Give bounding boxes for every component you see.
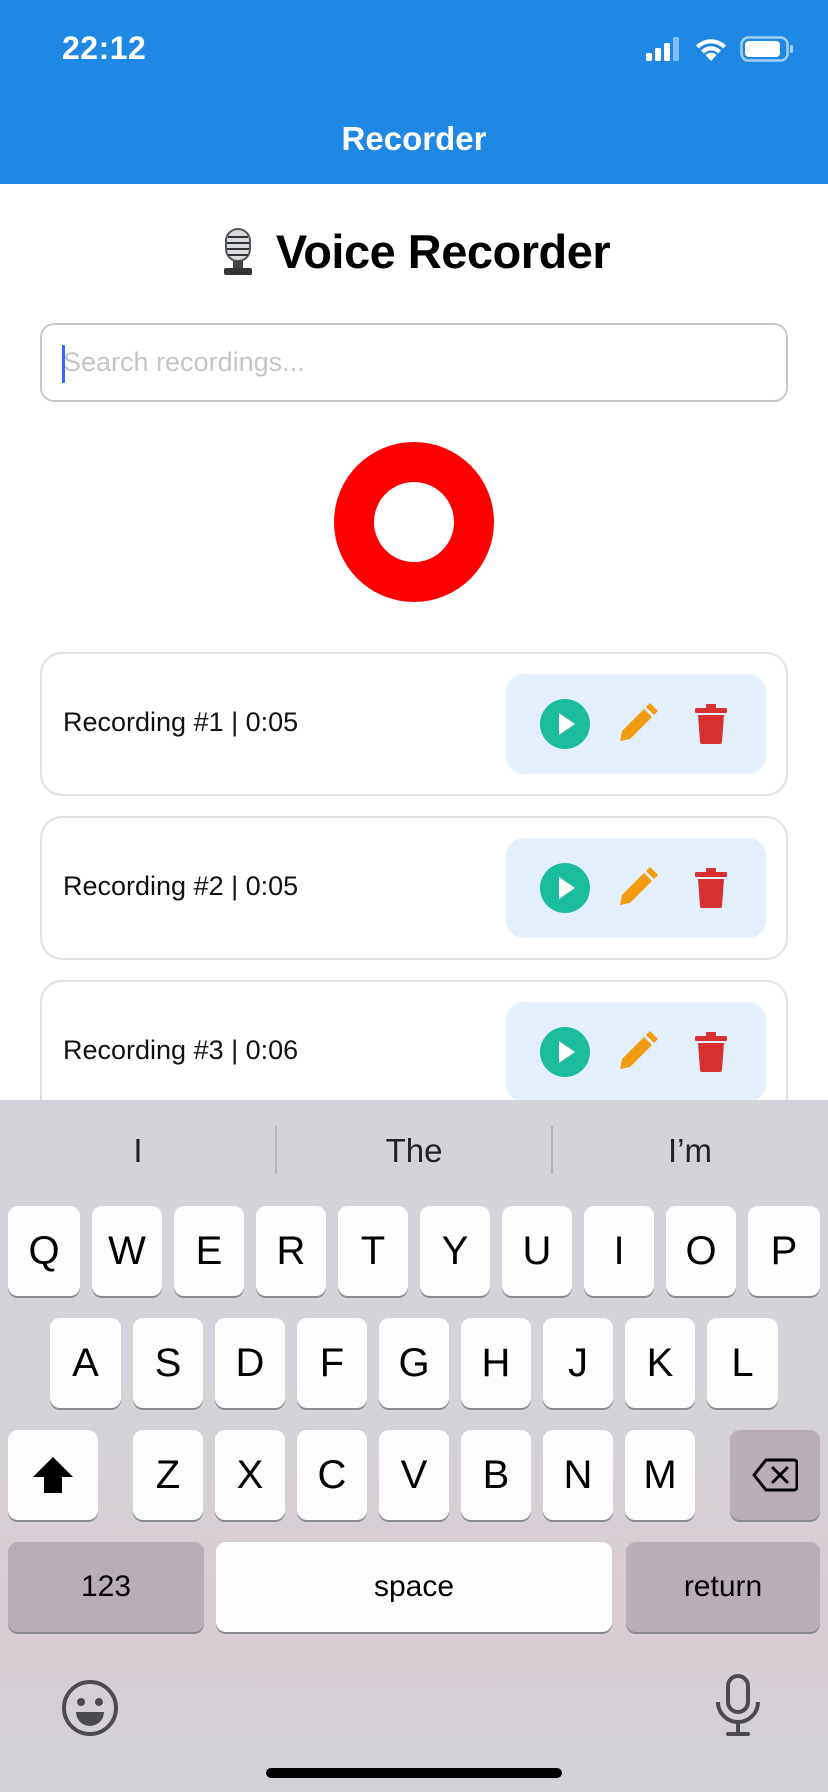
pencil-icon [620, 1031, 658, 1069]
key-b[interactable]: B [461, 1430, 531, 1520]
space-key[interactable]: space [216, 1542, 612, 1632]
return-key[interactable]: return [626, 1542, 820, 1632]
record-button[interactable] [334, 442, 494, 602]
key-o[interactable]: O [666, 1206, 736, 1296]
key-q[interactable]: Q [8, 1206, 80, 1296]
delete-button[interactable] [686, 699, 736, 749]
search-field[interactable] [40, 323, 788, 402]
nav-title: Recorder [341, 120, 487, 157]
numbers-key[interactable]: 123 [8, 1542, 204, 1632]
key-r[interactable]: R [256, 1206, 326, 1296]
key-u[interactable]: U [502, 1206, 572, 1296]
delete-button[interactable] [686, 863, 736, 913]
trash-icon [695, 868, 727, 908]
key-a[interactable]: A [50, 1318, 121, 1408]
key-v[interactable]: V [379, 1430, 449, 1520]
page-title: Voice Recorder [0, 224, 828, 279]
key-e[interactable]: E [174, 1206, 244, 1296]
key-t[interactable]: T [338, 1206, 408, 1296]
emoji-button[interactable] [60, 1678, 120, 1743]
status-time: 22:12 [62, 30, 147, 66]
microphone-icon [223, 227, 252, 275]
recording-card: Recording #1 | 0:05 [40, 652, 788, 796]
recording-actions [506, 1002, 766, 1102]
recording-label: Recording #3 | 0:06 [63, 1035, 299, 1065]
backspace-icon [752, 1458, 798, 1492]
key-k[interactable]: K [625, 1318, 695, 1408]
recording-actions [506, 674, 766, 774]
key-z[interactable]: Z [133, 1430, 203, 1520]
microphone-icon [716, 1674, 760, 1736]
key-d[interactable]: D [215, 1318, 285, 1408]
search-input[interactable] [42, 325, 786, 400]
key-s[interactable]: S [133, 1318, 203, 1408]
play-icon [540, 863, 590, 913]
trash-icon [695, 1032, 727, 1072]
battery-icon [740, 36, 793, 62]
key-m[interactable]: M [625, 1430, 695, 1520]
key-p[interactable]: P [748, 1206, 820, 1296]
emoji-icon [62, 1680, 118, 1736]
recording-actions [506, 838, 766, 938]
wifi-icon [696, 39, 726, 61]
delete-button[interactable] [686, 1027, 736, 1077]
key-g[interactable]: G [379, 1318, 449, 1408]
signal-icon [646, 37, 679, 61]
key-c[interactable]: C [297, 1430, 367, 1520]
key-y[interactable]: Y [420, 1206, 490, 1296]
suggestion-bar: I The I’m [0, 1100, 828, 1200]
suggestion-item[interactable]: I’m [552, 1132, 828, 1170]
play-button[interactable] [540, 699, 590, 749]
play-icon [540, 1027, 590, 1077]
key-l[interactable]: L [707, 1318, 778, 1408]
play-icon [540, 699, 590, 749]
record-button-center [374, 482, 454, 562]
home-indicator [266, 1768, 562, 1778]
key-f[interactable]: F [297, 1318, 367, 1408]
recording-label: Recording #2 | 0:05 [63, 871, 299, 901]
key-n[interactable]: N [543, 1430, 613, 1520]
text-caret [62, 345, 65, 383]
edit-button[interactable] [612, 1027, 662, 1077]
suggestion-item[interactable]: I [0, 1132, 276, 1170]
shift-icon [33, 1457, 73, 1493]
key-j[interactable]: J [543, 1318, 613, 1408]
key-w[interactable]: W [92, 1206, 162, 1296]
backspace-key[interactable] [730, 1430, 820, 1520]
key-x[interactable]: X [215, 1430, 285, 1520]
key-i[interactable]: I [584, 1206, 654, 1296]
app-header: 22:12 Recorder [0, 0, 828, 184]
dictation-button[interactable] [714, 1674, 762, 1743]
key-h[interactable]: H [461, 1318, 531, 1408]
keyboard: I The I’m Q W E R T Y U I O P A S D F G … [0, 1100, 828, 1792]
trash-icon [695, 704, 727, 744]
recording-card: Recording #2 | 0:05 [40, 816, 788, 960]
page-title-text: Voice Recorder [275, 225, 611, 278]
play-button[interactable] [540, 863, 590, 913]
pencil-icon [620, 703, 658, 741]
edit-button[interactable] [612, 699, 662, 749]
shift-key[interactable] [8, 1430, 98, 1520]
status-icons [646, 36, 794, 62]
pencil-icon [620, 867, 658, 905]
play-button[interactable] [540, 1027, 590, 1077]
suggestion-item[interactable]: The [276, 1132, 552, 1170]
recording-label: Recording #1 | 0:05 [63, 707, 299, 737]
edit-button[interactable] [612, 863, 662, 913]
